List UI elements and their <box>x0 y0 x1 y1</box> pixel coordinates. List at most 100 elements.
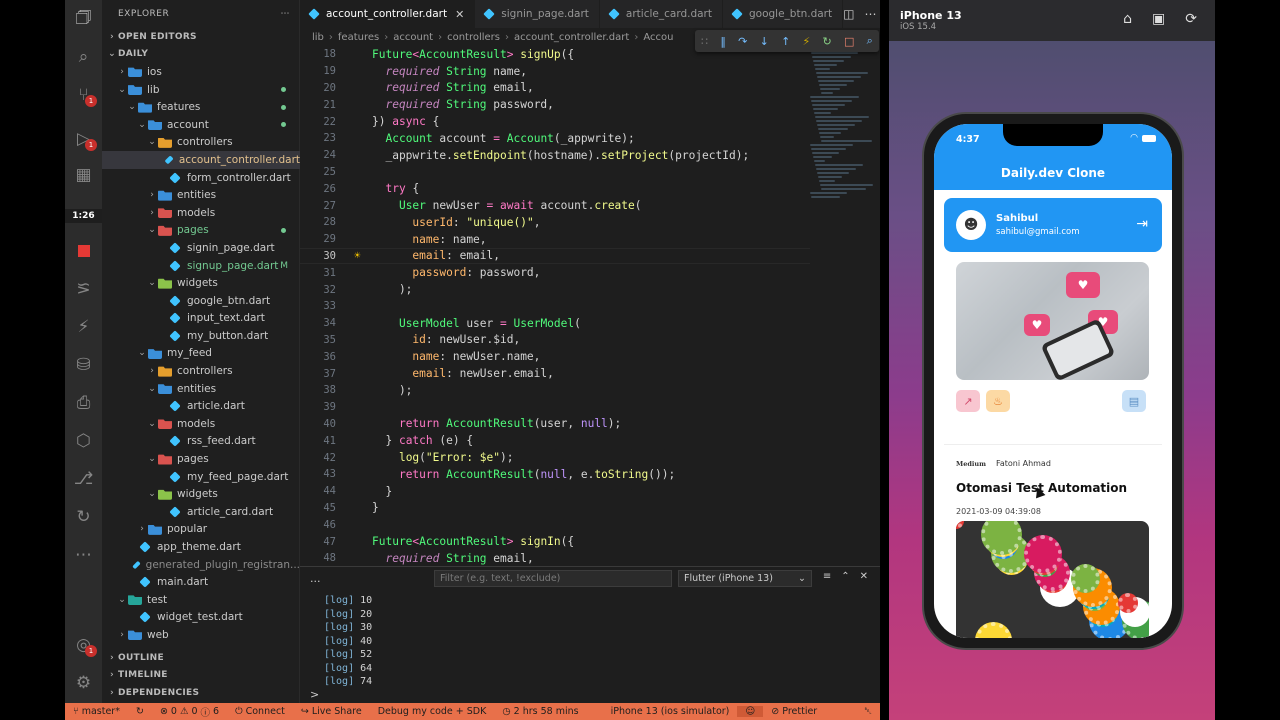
tree-item[interactable]: input_text.dart <box>102 310 300 328</box>
code-line[interactable]: 47 Future<AccountResult> signIn({ <box>300 533 810 550</box>
settings-gear-icon[interactable]: ⚙ <box>65 668 102 698</box>
minimap[interactable] <box>810 46 873 206</box>
stop-recording-icon[interactable] <box>65 236 102 266</box>
step-over-icon[interactable]: ↷ <box>738 35 747 48</box>
code-line[interactable]: 25 <box>300 164 810 181</box>
lightbulb-icon[interactable]: ☀ <box>354 249 361 262</box>
pause-icon[interactable]: ‖ <box>720 35 726 48</box>
tree-item[interactable]: › ios <box>102 63 300 81</box>
inspect-icon[interactable]: ⌕ <box>867 34 873 48</box>
code-line[interactable]: 32 ); <box>300 281 810 298</box>
lightning-icon[interactable]: ⚡︎ <box>65 312 102 342</box>
tree-item[interactable]: widget_test.dart <box>102 609 300 627</box>
tree-item[interactable]: ⌄ models <box>102 415 300 433</box>
tree-item[interactable]: › web <box>102 626 300 644</box>
panel-more-icon[interactable]: ... <box>310 572 321 585</box>
tree-item[interactable]: main.dart <box>102 573 300 591</box>
tree-item[interactable]: › controllers <box>102 362 300 380</box>
dependencies-section[interactable]: › DEPENDENCIES <box>102 684 300 702</box>
tree-item[interactable]: generated_plugin_registran... <box>102 556 300 574</box>
screenshot-icon[interactable]: ▣ <box>1152 11 1165 27</box>
stop-icon[interactable]: □ <box>844 35 854 48</box>
flutter-icon[interactable]: ⪞ <box>65 274 102 304</box>
step-out-icon[interactable]: ↑ <box>781 35 790 48</box>
code-line[interactable]: 37 email: newUser.email, <box>300 365 810 382</box>
code-line[interactable]: 42 log("Error: $e"); <box>300 449 810 466</box>
code-line[interactable]: 46 <box>300 516 810 533</box>
breadcrumb-item[interactable]: Accou <box>643 32 673 43</box>
breadcrumb-item[interactable]: controllers <box>447 32 500 43</box>
article-card[interactable]: Medium Fatoni Ahmad Otomasi Test Automat… <box>944 444 1162 638</box>
tree-item[interactable]: google_btn.dart <box>102 292 300 310</box>
code-line[interactable]: 38 ); <box>300 382 810 399</box>
more-icon[interactable]: ⋯ <box>65 540 102 570</box>
code-line[interactable]: 35 id: newUser.$id, <box>300 332 810 349</box>
clear-console-icon[interactable]: ≡ <box>823 571 831 582</box>
extensions-icon[interactable]: ▦ <box>65 160 102 190</box>
code-line[interactable]: 24 _appwrite.setEndpoint(hostname).setPr… <box>300 147 810 164</box>
tree-item[interactable]: rss_feed.dart <box>102 433 300 451</box>
breadcrumb-item[interactable]: lib <box>312 32 324 43</box>
tree-item[interactable]: ⌄ account <box>102 116 300 134</box>
live-share-button[interactable]: ↪ Live Share <box>293 706 370 717</box>
code-line[interactable]: 36 name: newUser.name, <box>300 348 810 365</box>
search-icon[interactable]: ⌕ <box>65 42 102 72</box>
code-line[interactable]: 27 User newUser = await account.create( <box>300 197 810 214</box>
code-line[interactable]: 34 UserModel user = UserModel( <box>300 315 810 332</box>
tree-item[interactable]: signin_page.dart <box>102 239 300 257</box>
split-editor-icon[interactable]: ◫ <box>843 7 854 21</box>
timeline-section[interactable]: › TIMELINE <box>102 667 300 685</box>
tree-item[interactable]: ⌄ lib <box>102 81 300 99</box>
source-control-icon[interactable]: ⑂ 1 <box>65 80 102 110</box>
breadcrumb-item[interactable]: features <box>338 32 379 43</box>
tree-item[interactable]: ⌄ controllers <box>102 134 300 152</box>
code-line[interactable]: 40 return AccountResult(user, null); <box>300 416 810 433</box>
problems-summary[interactable]: ⊗ 0 ⚠︎ 0 ⓘ 6 <box>152 705 227 719</box>
wakatime[interactable]: ◷ 2 hrs 58 mins <box>494 706 586 717</box>
step-into-icon[interactable]: ↓ <box>760 35 769 48</box>
rotate-icon[interactable]: ⟳ <box>1185 11 1197 27</box>
close-icon[interactable]: ✕ <box>860 571 868 582</box>
open-editors-section[interactable]: › OPEN EDITORS <box>102 28 300 46</box>
code-line[interactable]: 43 return AccountResult(null, e.toString… <box>300 466 810 483</box>
hot-chip[interactable]: ♨ <box>986 390 1010 412</box>
tree-item[interactable]: ⌄ widgets <box>102 485 300 503</box>
tree-item[interactable]: ⌄ test <box>102 591 300 609</box>
tree-item[interactable]: ⌄ pages <box>102 450 300 468</box>
tree-item[interactable]: app_theme.dart <box>102 538 300 556</box>
tree-item[interactable]: › models <box>102 204 300 222</box>
code-line[interactable]: 41 } catch (e) { <box>300 432 810 449</box>
code-line[interactable]: 29 name: name, <box>300 231 810 248</box>
article-card[interactable]: ♥ ♥ ♥ ↗ ♨ ▤ <box>944 262 1162 432</box>
bookmark-chip[interactable]: ▤ <box>1122 390 1146 412</box>
code-line[interactable]: 33 <box>300 298 810 315</box>
code-line[interactable]: 39 <box>300 399 810 416</box>
outline-section[interactable]: › OUTLINE <box>102 649 300 667</box>
upvote-chip[interactable]: ↗ <box>956 390 980 412</box>
code-line[interactable]: 30 ☀ email: email, <box>300 247 810 265</box>
tree-item[interactable]: › entities <box>102 186 300 204</box>
device-button[interactable]: iPhone 13 (ios simulator) <box>603 706 738 717</box>
run-debug-icon[interactable]: ▷ 1 <box>65 124 102 154</box>
tree-item[interactable]: account_controller.dart <box>102 151 300 169</box>
close-icon[interactable]: ✕ <box>455 8 464 21</box>
code-editor[interactable]: 18 Future<AccountResult> signUp({19 requi… <box>300 46 880 566</box>
tab-article-card[interactable]: article_card.dart <box>600 0 723 28</box>
remote-icon[interactable]: ↻ <box>65 502 102 532</box>
breadcrumb-item[interactable]: account <box>393 32 433 43</box>
code-line[interactable]: 44 } <box>300 483 810 500</box>
iphone-screen[interactable]: 4:37 ◠ Daily.dev Clone ☻ Sahibul sahibul… <box>934 124 1172 638</box>
tree-item[interactable]: my_feed_page.dart <box>102 468 300 486</box>
maximize-panel-icon[interactable]: ⌃ <box>841 571 849 582</box>
clipboard-icon[interactable]: ⎙ <box>65 388 102 418</box>
tree-item[interactable]: ⌄ my_feed <box>102 345 300 363</box>
tree-item[interactable]: ⌄ widgets <box>102 274 300 292</box>
console-prompt[interactable]: > <box>310 688 319 701</box>
code-line[interactable]: 19 required String name, <box>300 63 810 80</box>
connect-button[interactable]: ⏻ Connect <box>227 706 293 717</box>
account-icon[interactable]: ◎ 1 <box>65 630 102 660</box>
code-line[interactable]: 28 userId: "unique()", <box>300 214 810 231</box>
tree-item[interactable]: ⌄ pages <box>102 222 300 240</box>
tree-item[interactable]: my_button.dart <box>102 327 300 345</box>
tab-account-controller[interactable]: account_controller.dart ✕ <box>300 0 476 28</box>
